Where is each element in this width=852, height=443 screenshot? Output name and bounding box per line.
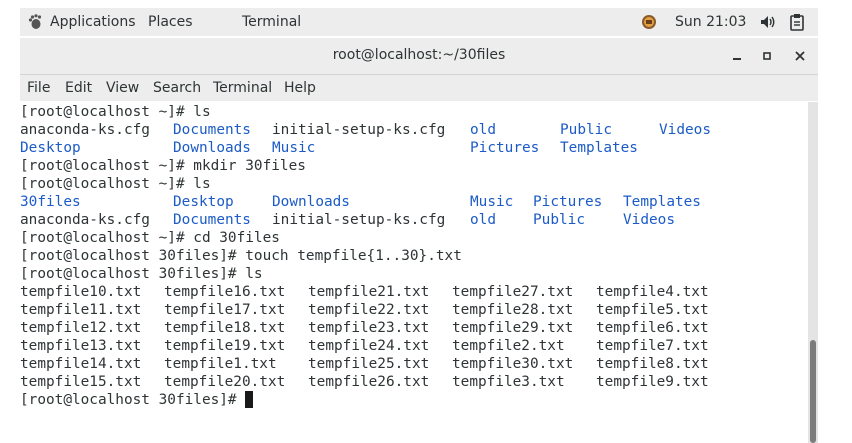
terminal-text: tempfile15.txt: [20, 374, 142, 390]
close-button[interactable]: [790, 46, 810, 66]
clipboard-icon[interactable]: [790, 13, 804, 31]
terminal-text: [root@localhost 30files]# ls: [20, 266, 263, 282]
directory-entry: Pictures: [533, 194, 603, 210]
terminal-text: tempfile10.txt: [20, 284, 142, 300]
terminal-text: initial-setup-ks.cfg: [272, 122, 446, 138]
terminal-output[interactable]: [root@localhost ~]# ls anaconda-ks.cfg Doc…: [20, 102, 808, 443]
menu-edit[interactable]: Edit: [65, 79, 92, 97]
terminal-text: tempfile8.txt: [596, 356, 709, 372]
terminal-app-menu[interactable]: Terminal: [242, 13, 301, 31]
terminal-text: [root@localhost 30files]#: [20, 391, 254, 409]
directory-entry: 30files: [20, 194, 81, 210]
directory-entry: Pictures: [470, 140, 540, 156]
terminal-text: tempfile4.txt: [596, 284, 709, 300]
desktop-screen: Applications Places Terminal Sun 21:03 r…: [0, 0, 852, 443]
terminal-text: tempfile6.txt: [596, 320, 709, 336]
terminal-text: tempfile19.txt: [164, 338, 286, 354]
menu-help[interactable]: Help: [284, 79, 316, 97]
terminal-text: tempfile20.txt: [164, 374, 286, 390]
terminal-text: tempfile25.txt: [308, 356, 430, 372]
terminal-text: tempfile3.txt: [452, 374, 565, 390]
window-title: root@localhost:~/30files: [332, 47, 506, 63]
terminal-text: tempfile9.txt: [596, 374, 709, 390]
terminal-text: [root@localhost 30files]# touch tempfile…: [20, 248, 462, 264]
directory-entry: Videos: [623, 212, 675, 228]
directory-entry: Documents: [173, 122, 251, 138]
menu-search[interactable]: Search: [153, 79, 201, 97]
updates-icon[interactable]: [641, 14, 657, 30]
terminal-text: tempfile12.txt: [20, 320, 142, 336]
terminal-text: tempfile26.txt: [308, 374, 430, 390]
terminal-text: anaconda-ks.cfg: [20, 122, 150, 138]
terminal-text: initial-setup-ks.cfg: [272, 212, 446, 228]
directory-entry: old: [470, 212, 496, 228]
applications-foot-icon: [28, 14, 42, 29]
maximize-icon: [763, 52, 771, 60]
terminal-text: tempfile29.txt: [452, 320, 574, 336]
terminal-text: tempfile2.txt: [452, 338, 565, 354]
maximize-button[interactable]: [757, 46, 777, 66]
terminal-text: tempfile30.txt: [452, 356, 574, 372]
directory-entry: Documents: [173, 212, 251, 228]
terminal-text: tempfile7.txt: [596, 338, 709, 354]
menu-bar: File Edit View Search Terminal Help: [20, 75, 818, 101]
terminal-text: tempfile5.txt: [596, 302, 709, 318]
terminal-text: tempfile1.txt: [164, 356, 277, 372]
volume-icon[interactable]: [760, 14, 776, 30]
terminal-scrollbar[interactable]: [808, 102, 818, 443]
window-titlebar[interactable]: root@localhost:~/30files: [20, 38, 818, 75]
directory-entry: Videos: [659, 122, 711, 138]
terminal-text: [root@localhost ~]# ls: [20, 104, 211, 120]
directory-entry: Public: [560, 122, 612, 138]
directory-entry: Downloads: [173, 140, 251, 156]
terminal-text: tempfile14.txt: [20, 356, 142, 372]
directory-entry: Templates: [560, 140, 638, 156]
directory-entry: Templates: [623, 194, 701, 210]
directory-entry: Public: [533, 212, 585, 228]
terminal-text: tempfile27.txt: [452, 284, 574, 300]
directory-entry: old: [470, 122, 496, 138]
places-menu[interactable]: Places: [148, 13, 193, 31]
terminal-text: tempfile16.txt: [164, 284, 286, 300]
terminal-text: tempfile13.txt: [20, 338, 142, 354]
terminal-text: tempfile24.txt: [308, 338, 430, 354]
terminal-text: tempfile22.txt: [308, 302, 430, 318]
terminal-cursor: [245, 391, 254, 408]
menu-view[interactable]: View: [106, 79, 139, 97]
menu-terminal[interactable]: Terminal: [213, 79, 272, 97]
terminal-text: anaconda-ks.cfg: [20, 212, 150, 228]
menu-file[interactable]: File: [27, 79, 50, 97]
minimize-button[interactable]: [727, 46, 747, 66]
applications-menu[interactable]: Applications: [50, 13, 136, 31]
scrollbar-thumb[interactable]: [810, 340, 816, 443]
terminal-text: tempfile17.txt: [164, 302, 286, 318]
directory-entry: Desktop: [173, 194, 234, 210]
terminal-text: tempfile28.txt: [452, 302, 574, 318]
directory-entry: Downloads: [272, 194, 350, 210]
terminal-text: tempfile18.txt: [164, 320, 286, 336]
close-icon: [795, 51, 805, 61]
directory-entry: Desktop: [20, 140, 81, 156]
clock[interactable]: Sun 21:03: [675, 13, 746, 31]
directory-entry: Music: [470, 194, 514, 210]
terminal-text: [root@localhost ~]# cd 30files: [20, 230, 280, 246]
directory-entry: Music: [272, 140, 316, 156]
terminal-text: [root@localhost ~]# ls: [20, 176, 211, 192]
terminal-text: tempfile11.txt: [20, 302, 142, 318]
terminal-text: tempfile23.txt: [308, 320, 430, 336]
terminal-text: tempfile21.txt: [308, 284, 430, 300]
terminal-text: [root@localhost ~]# mkdir 30files: [20, 158, 306, 174]
minimize-icon: [733, 58, 741, 60]
top-panel: Applications Places Terminal Sun 21:03: [20, 8, 818, 36]
